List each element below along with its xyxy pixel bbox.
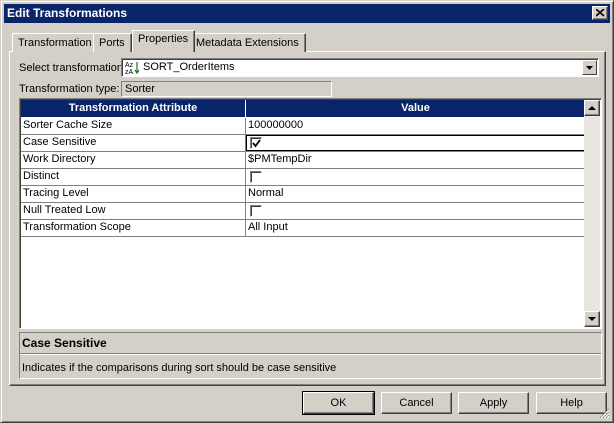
- transformation-type-label: Transformation type:: [19, 83, 120, 95]
- transformation-type-field: Sorter: [121, 81, 332, 97]
- edit-transformations-dialog: Edit Transformations Transformation Port…: [0, 0, 614, 423]
- window-title: Edit Transformations: [7, 6, 128, 20]
- properties-grid: Transformation Attribute Value Sorter Ca…: [19, 98, 602, 329]
- attribute-cell[interactable]: Work Directory: [21, 152, 246, 168]
- dropdown-arrow-button[interactable]: [582, 60, 597, 75]
- table-row[interactable]: Work Directory $PMTempDir: [21, 152, 586, 169]
- apply-button[interactable]: Apply: [458, 392, 529, 414]
- resize-grip-icon[interactable]: [599, 408, 610, 419]
- attribute-cell[interactable]: Null Treated Low: [21, 203, 246, 219]
- description-divider: [20, 353, 601, 355]
- value-cell[interactable]: All Input: [246, 220, 586, 236]
- table-row[interactable]: Case Sensitive: [21, 135, 586, 152]
- title-bar[interactable]: Edit Transformations: [4, 4, 610, 23]
- table-row[interactable]: Sorter Cache Size 100000000: [21, 118, 586, 135]
- sorter-transformation-icon: Az zA: [125, 62, 140, 75]
- vertical-scrollbar[interactable]: [584, 100, 600, 327]
- select-transformation-dropdown[interactable]: Az zA SORT_OrderItems: [121, 58, 599, 77]
- value-cell[interactable]: $PMTempDir: [246, 152, 586, 168]
- value-cell[interactable]: [246, 135, 586, 151]
- tab-properties[interactable]: Properties: [132, 30, 196, 52]
- value-cell[interactable]: [246, 203, 586, 219]
- select-transformation-label: Select transformation:: [19, 62, 126, 74]
- table-row[interactable]: Null Treated Low: [21, 203, 586, 220]
- table-row[interactable]: Transformation Scope All Input: [21, 220, 586, 237]
- value-cell[interactable]: [246, 169, 586, 185]
- description-title: Case Sensitive: [22, 336, 107, 350]
- svg-text:Az: Az: [125, 62, 134, 69]
- value-checkbox[interactable]: [250, 171, 262, 183]
- cancel-button[interactable]: Cancel: [381, 392, 452, 414]
- attribute-cell[interactable]: Sorter Cache Size: [21, 118, 246, 134]
- tab-transformation[interactable]: Transformation: [12, 33, 99, 52]
- description-box: Case Sensitive Indicates if the comparis…: [19, 332, 602, 379]
- column-header-value[interactable]: Value: [246, 100, 586, 117]
- scroll-up-button[interactable]: [584, 100, 600, 116]
- tab-ports[interactable]: Ports: [93, 33, 132, 52]
- attribute-cell[interactable]: Case Sensitive: [21, 135, 246, 151]
- value-checkbox[interactable]: [250, 205, 262, 217]
- chevron-down-icon: [586, 66, 593, 70]
- value-cell[interactable]: 100000000: [246, 118, 586, 134]
- svg-text:zA: zA: [125, 69, 134, 75]
- column-header-attribute[interactable]: Transformation Attribute: [21, 100, 246, 117]
- close-button[interactable]: [592, 6, 608, 20]
- table-row[interactable]: Distinct: [21, 169, 586, 186]
- table-row[interactable]: Tracing Level Normal: [21, 186, 586, 203]
- arrow-up-icon: [588, 106, 596, 110]
- help-button[interactable]: Help: [536, 392, 607, 414]
- attribute-cell[interactable]: Tracing Level: [21, 186, 246, 202]
- attribute-cell[interactable]: Distinct: [21, 169, 246, 185]
- arrow-down-icon: [588, 317, 596, 321]
- value-checkbox[interactable]: [250, 137, 262, 149]
- value-cell[interactable]: Normal: [246, 186, 586, 202]
- ok-button[interactable]: OK: [302, 391, 375, 415]
- attribute-cell[interactable]: Transformation Scope: [21, 220, 246, 236]
- scroll-down-button[interactable]: [584, 311, 600, 327]
- checkmark-icon: [252, 139, 261, 148]
- tab-metadata-extensions[interactable]: Metadata Extensions: [190, 33, 306, 52]
- close-icon: [596, 9, 605, 17]
- description-text: Indicates if the comparisons during sort…: [22, 362, 337, 374]
- selected-transformation-value: SORT_OrderItems: [143, 61, 235, 73]
